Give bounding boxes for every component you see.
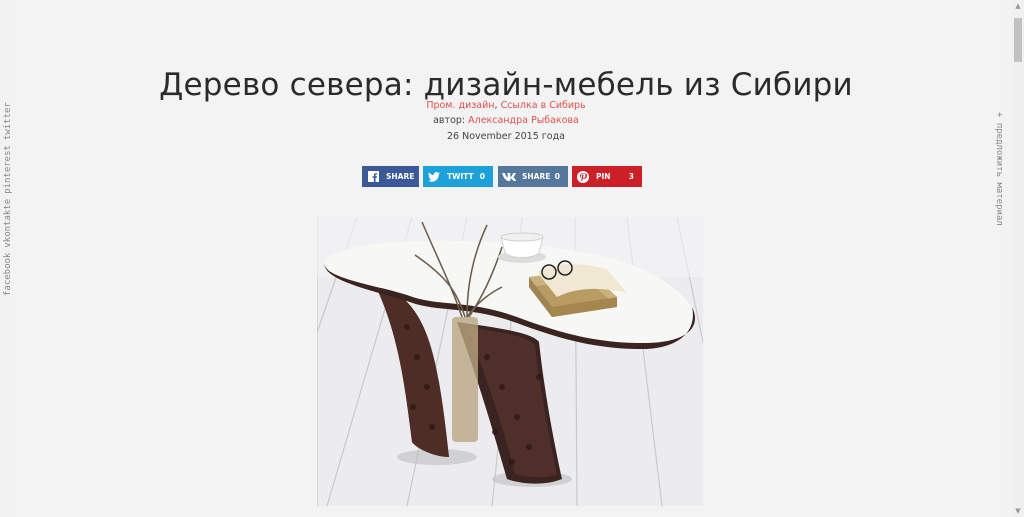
article-author: автор: Александра Рыбакова (10, 115, 1002, 126)
scrollbar-thumb[interactable] (1014, 18, 1022, 62)
facebook-icon (362, 166, 384, 187)
pinterest-pin-button[interactable]: PIN 3 (572, 166, 642, 187)
article-title: Дерево севера: дизайн-мебель из Сибири (159, 66, 853, 103)
share-label: SHARE (522, 172, 551, 181)
article-date: 26 November 2015 года (447, 131, 565, 142)
share-count: 0 (554, 172, 560, 181)
author-prefix: автор: (433, 115, 469, 126)
scrollbar[interactable]: ▲ ▼ (1012, 0, 1024, 517)
twitter-link[interactable]: twitter (3, 102, 13, 140)
pinterest-link[interactable]: pinterest (3, 145, 13, 194)
category-link[interactable]: Ссылка в Сибирь (501, 100, 586, 111)
share-label: PIN (596, 172, 611, 181)
scroll-down-icon[interactable]: ▼ (1012, 505, 1024, 517)
article-categories: Пром. дизайн, Ссылка в Сибирь (10, 100, 1002, 111)
share-label: TWITT (447, 172, 474, 181)
suggest-material-link[interactable]: + предложить материал (990, 112, 1004, 226)
facebook-link[interactable]: facebook (3, 253, 13, 296)
twitter-icon (423, 166, 445, 187)
scroll-up-icon[interactable]: ▲ (1012, 0, 1024, 12)
category-link[interactable]: Пром. дизайн (426, 100, 494, 111)
share-count: 0 (479, 172, 485, 181)
share-label: SHARE (386, 172, 415, 181)
share-count: 3 (628, 172, 634, 181)
article-page: Дерево севера: дизайн-мебель из Сибири П… (10, 0, 1002, 517)
social-sidebar-left: facebook vkontakte pinterest twitter (3, 96, 17, 296)
vk-icon (498, 166, 520, 187)
author-link[interactable]: Александра Рыбакова (468, 115, 579, 126)
article-photo (317, 217, 703, 506)
vk-share-button[interactable]: SHARE 0 (498, 166, 568, 187)
pinterest-icon (572, 166, 594, 187)
facebook-share-button[interactable]: SHARE (362, 166, 419, 187)
twitter-share-button[interactable]: TWITT 0 (423, 166, 493, 187)
vkontakte-link[interactable]: vkontakte (3, 199, 13, 248)
